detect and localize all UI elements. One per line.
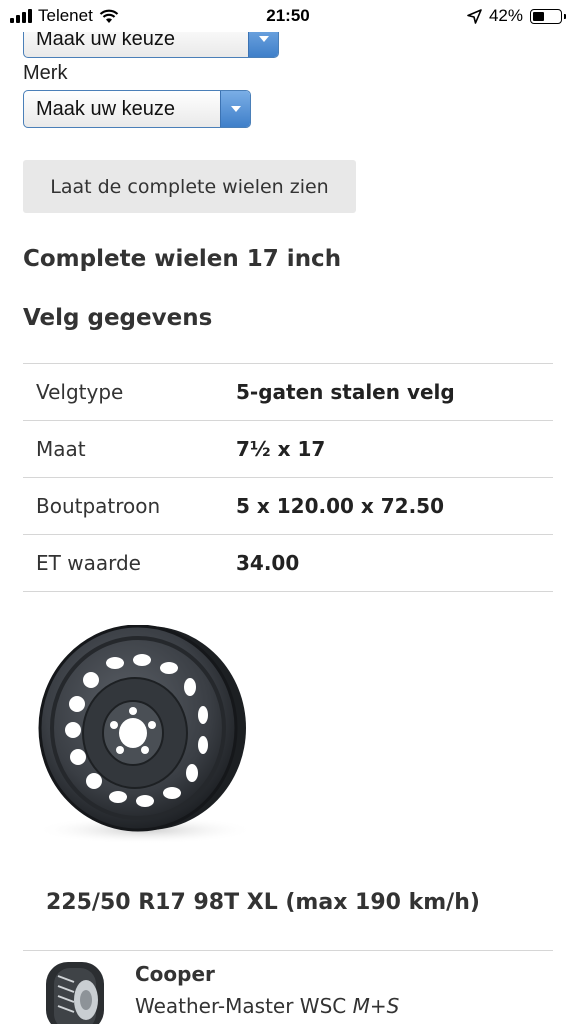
tire-model[interactable]: Weather-Master WSC M+S bbox=[135, 994, 399, 1018]
battery-percent: 42% bbox=[488, 6, 523, 25]
rim-details-heading: Velg gegevens bbox=[23, 305, 213, 331]
tire-brand[interactable]: Cooper bbox=[135, 962, 215, 986]
show-complete-wheels-button[interactable]: Laat de complete wielen zien bbox=[23, 160, 356, 213]
spec-key: Velgtype bbox=[36, 380, 124, 404]
location-arrow-icon bbox=[467, 8, 482, 24]
status-right: 42% bbox=[467, 6, 566, 26]
rim-spec-table: Velgtype 5-gaten stalen velg Maat 7½ x 1… bbox=[23, 363, 553, 592]
spec-value: 5 x 120.00 x 72.50 bbox=[236, 494, 445, 518]
tire-model-name: Weather-Master WSC bbox=[135, 994, 347, 1018]
chevron-down-icon bbox=[220, 91, 250, 127]
table-row: Velgtype 5-gaten stalen velg bbox=[23, 364, 553, 421]
spec-key: ET waarde bbox=[36, 551, 141, 575]
complete-wheels-heading: Complete wielen 17 inch bbox=[23, 246, 342, 272]
table-row: Boutpatroon 5 x 120.00 x 72.50 bbox=[23, 478, 553, 535]
table-row: ET waarde 34.00 bbox=[23, 535, 553, 592]
tire-model-suffix: M+S bbox=[352, 994, 400, 1018]
divider bbox=[23, 950, 553, 951]
tire-image[interactable] bbox=[44, 960, 106, 1024]
spec-value: 5-gaten stalen velg bbox=[236, 380, 455, 404]
spec-key: Maat bbox=[36, 437, 86, 461]
table-row: Maat 7½ x 17 bbox=[23, 421, 553, 478]
select-value: Maak uw keuze bbox=[36, 97, 175, 120]
battery-icon bbox=[530, 8, 566, 24]
status-bar: Telenet 21:50 42% bbox=[0, 0, 576, 32]
merk-label: Merk bbox=[23, 62, 68, 84]
spec-value: 34.00 bbox=[236, 551, 300, 575]
spec-value: 7½ x 17 bbox=[236, 437, 326, 461]
steel-rim-image bbox=[35, 625, 255, 844]
tire-size-title: 225/50 R17 98T XL (max 190 km/h) bbox=[46, 890, 480, 915]
spec-key: Boutpatroon bbox=[36, 494, 161, 518]
merk-select-dropdown[interactable]: Maak uw keuze bbox=[23, 90, 251, 128]
